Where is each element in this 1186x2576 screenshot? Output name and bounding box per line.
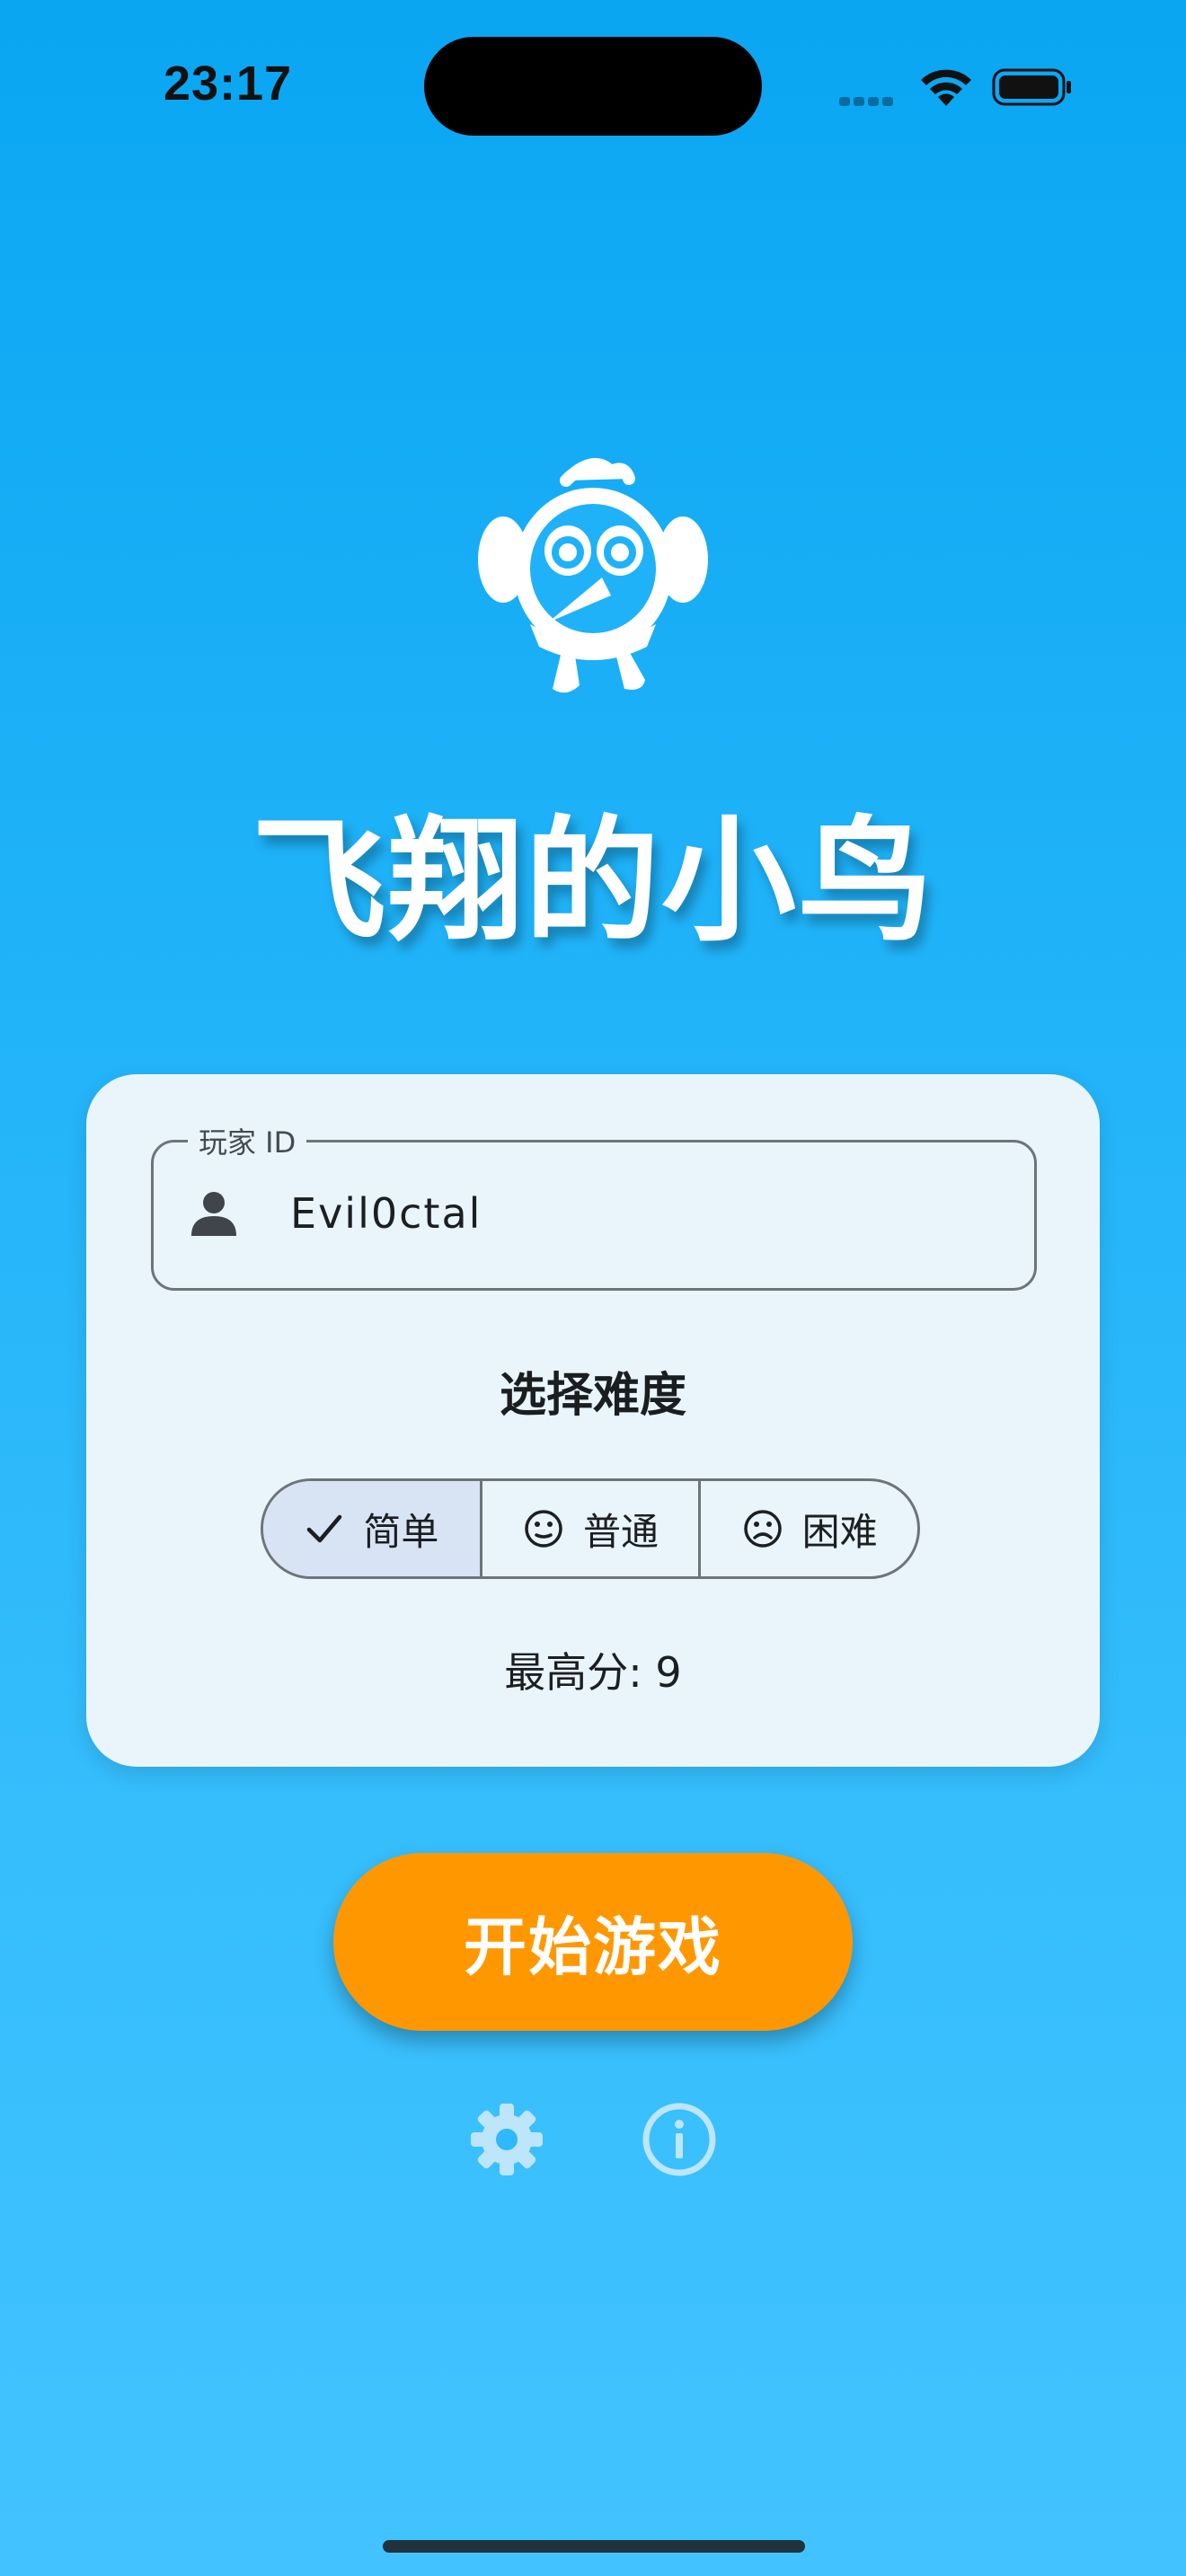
player-id-field[interactable]: 玩家 ID Evil0ctal [151,1125,1037,1291]
bird-logo-icon [478,458,708,693]
gear-icon[interactable] [467,2100,546,2179]
dynamic-island [424,37,762,136]
high-score: 最高分: 9 [504,1648,682,1697]
neutral-face-icon [525,1510,562,1548]
difficulty-hard-label: 困难 [801,1509,878,1554]
difficulty-selector: 简单 普通 困难 [261,1478,920,1579]
status-bar: 23:17 [0,0,1186,171]
start-game-button[interactable]: 开始游戏 [333,1853,853,2031]
check-icon [307,1514,342,1543]
player-id-input[interactable]: Evil0ctal [290,1189,482,1238]
person-icon [191,1192,236,1236]
wifi-icon [921,69,971,106]
home-indicator[interactable] [383,2540,805,2553]
info-icon[interactable] [640,2100,719,2179]
difficulty-title: 选择难度 [499,1369,686,1423]
sad-face-icon [743,1510,782,1548]
difficulty-easy-label: 简单 [363,1509,439,1554]
signal-icon [839,93,897,110]
difficulty-normal-button[interactable]: 普通 [479,1481,699,1576]
battery-icon [992,68,1071,106]
app-title: 飞翔的小鸟 [251,804,934,960]
settings-card: 玩家 ID Evil0ctal 选择难度 简单 普通 困难 最高分: 9 [86,1074,1100,1767]
difficulty-easy-button[interactable]: 简单 [263,1481,480,1576]
status-time: 23:17 [164,57,293,110]
player-id-label: 玩家 ID [188,1125,307,1160]
difficulty-hard-button[interactable]: 困难 [698,1481,917,1576]
difficulty-normal-label: 普通 [583,1509,659,1554]
